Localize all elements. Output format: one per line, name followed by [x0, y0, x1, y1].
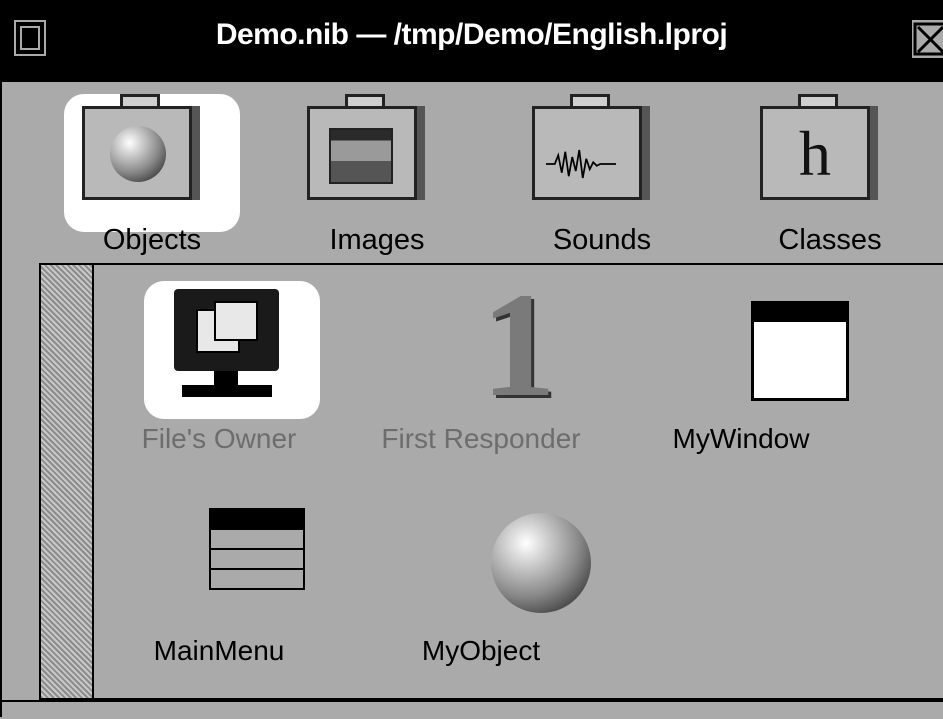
tab-objects-label: Objects — [102, 224, 202, 256]
nib-window: Objects Images Sounds h Classes File's O… — [0, 82, 943, 717]
tab-sounds-label: Sounds — [552, 224, 652, 256]
object-myobject[interactable]: MyObject — [381, 493, 591, 683]
window-icon — [751, 301, 849, 401]
tab-objects[interactable]: Objects — [52, 82, 252, 267]
scrollbar[interactable] — [41, 265, 94, 698]
resize-bar[interactable] — [2, 700, 943, 719]
object-files-owner[interactable]: File's Owner — [119, 281, 320, 471]
suitcase-sphere-icon — [82, 94, 202, 202]
suitcase-image-icon — [307, 94, 427, 202]
objects-panel: File's Owner 1 First Responder MyWindow … — [39, 263, 943, 700]
object-mywindow[interactable]: MyWindow — [641, 281, 849, 471]
tab-classes-label: Classes — [778, 224, 882, 256]
object-label: MyWindow — [672, 423, 810, 454]
title-bar[interactable]: Demo.nib — /tmp/Demo/English.lproj — [0, 0, 943, 82]
monitor-icon — [174, 289, 279, 413]
close-icon — [913, 22, 943, 56]
suitcase-h-icon: h — [760, 94, 880, 202]
sphere-icon — [491, 513, 591, 613]
number-one-icon: 1 — [481, 262, 556, 428]
menu-icon — [209, 508, 305, 608]
tab-images-label: Images — [329, 224, 425, 256]
close-button[interactable] — [912, 20, 943, 58]
tab-classes[interactable]: h Classes — [730, 82, 930, 267]
suitcase-waveform-icon — [532, 94, 652, 202]
object-mainmenu[interactable]: MainMenu — [119, 493, 319, 683]
object-first-responder[interactable]: 1 First Responder — [381, 262, 581, 471]
tab-sounds[interactable]: Sounds — [502, 82, 702, 267]
window-title: Demo.nib — /tmp/Demo/English.lproj — [215, 18, 728, 51]
tab-images[interactable]: Images — [277, 82, 477, 267]
object-label: MyObject — [421, 635, 541, 666]
